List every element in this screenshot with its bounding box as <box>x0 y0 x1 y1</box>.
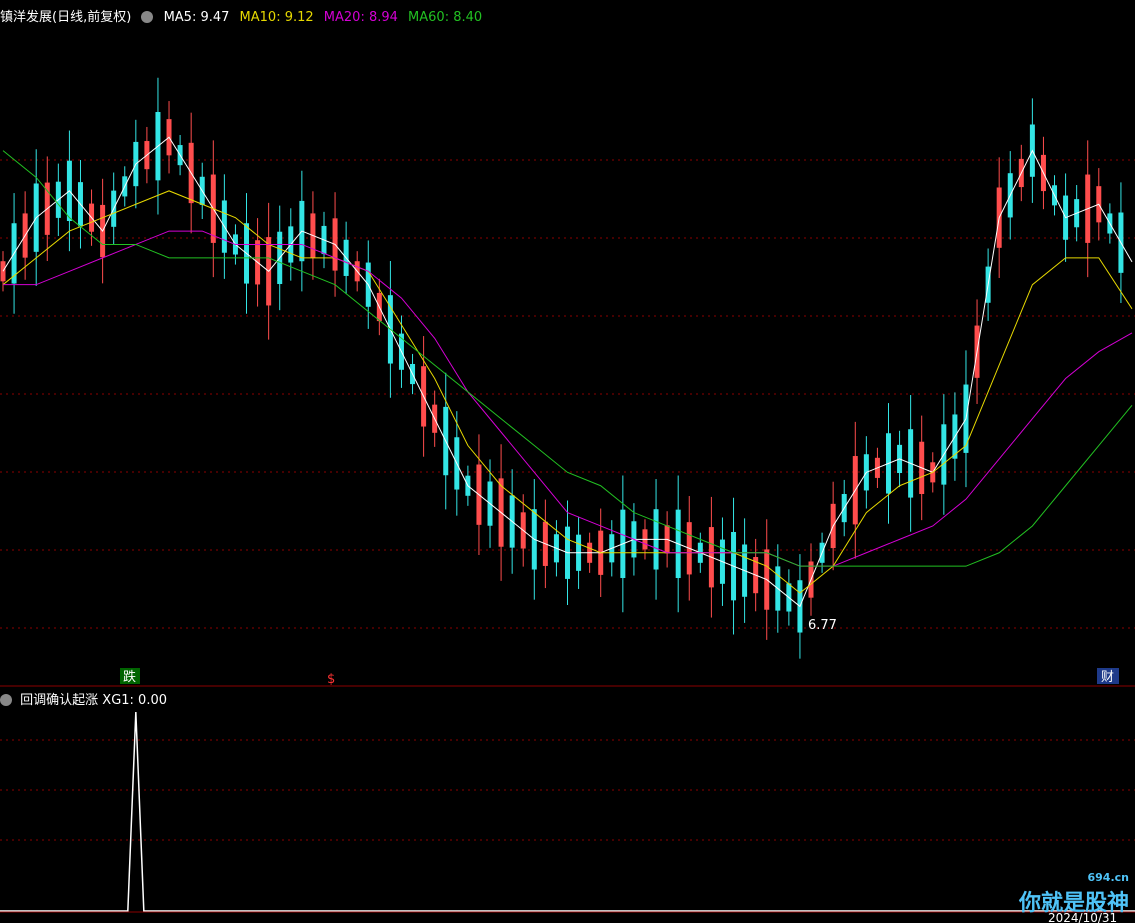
watermark-site: 694.cn <box>1087 871 1130 884</box>
watermark: 694.cn 你就是股神 <box>1018 871 1129 917</box>
xg1-line <box>0 711 1135 912</box>
fall-marker-text: 跌 <box>123 669 136 685</box>
s-marker: $ <box>327 672 335 687</box>
watermark-text: 你就是股神 <box>1018 891 1129 916</box>
low-price-label: 6.77 <box>808 618 837 633</box>
kline-chart[interactable]: 6.77 跌 $ 财 2024/10/31 <box>0 0 1135 923</box>
cai-marker-text: 财 <box>1101 670 1114 685</box>
